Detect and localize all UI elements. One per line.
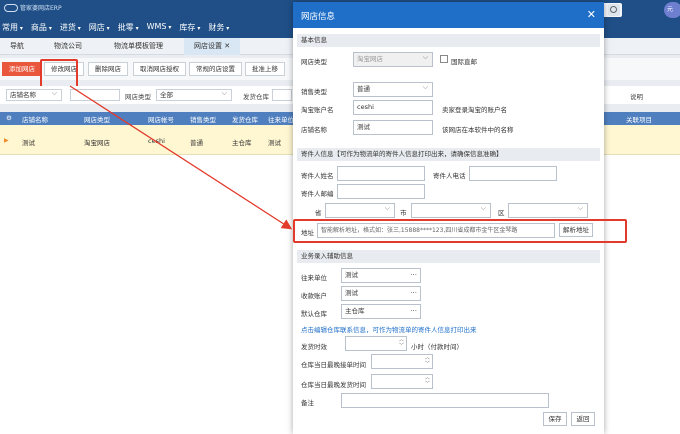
annotation-arrow	[69, 85, 293, 230]
